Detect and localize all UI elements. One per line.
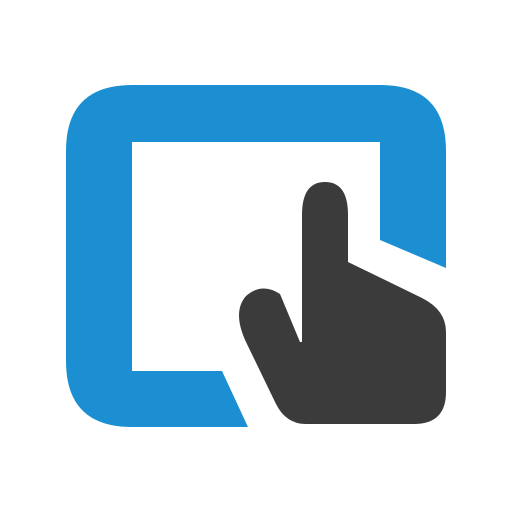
touch-screen-hand-icon (66, 85, 446, 427)
logo-canvas (0, 0, 512, 512)
